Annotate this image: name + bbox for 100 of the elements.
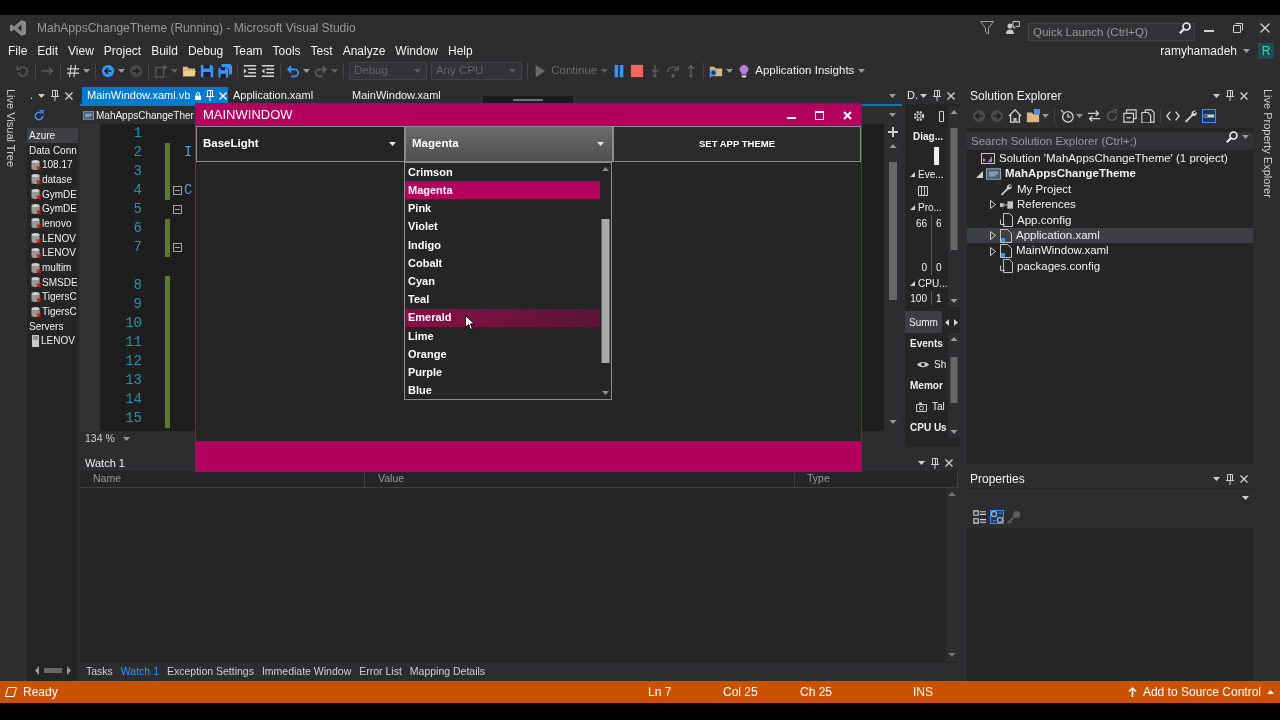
collapse-box-icon[interactable] (172, 243, 182, 252)
zoom-dropdown[interactable]: 134 % (85, 431, 130, 447)
dropdown-option[interactable]: Magenta (405, 181, 600, 200)
show-all-files-icon[interactable] (1141, 109, 1155, 123)
hash-icon[interactable] (66, 64, 80, 78)
horizontal-scrollbar[interactable] (35, 666, 71, 675)
dropdown-option[interactable]: Cyan (405, 272, 600, 291)
dropdown-caret-icon[interactable] (118, 69, 125, 73)
outdent-icon[interactable] (261, 64, 275, 78)
tree-item[interactable]: Solution 'MahAppsChangeTheme' (1 project) (967, 151, 1253, 167)
clock-icon[interactable] (1060, 109, 1074, 123)
vertical-scrollbar[interactable] (948, 106, 960, 307)
expanded-arrow-icon[interactable] (910, 280, 915, 286)
tree-item[interactable]: 108.17 (27, 157, 78, 173)
refresh-icon[interactable] (33, 110, 45, 122)
dropdown-caret-icon[interactable] (303, 69, 310, 73)
caret-icon[interactable] (597, 142, 604, 146)
tree-item[interactable]: LENOV (27, 245, 78, 261)
dropdown-option[interactable]: Violet (405, 217, 600, 236)
pin-icon[interactable] (1226, 90, 1234, 101)
tree-item[interactable]: SMSDE (27, 274, 78, 290)
search-icon[interactable] (1179, 22, 1191, 34)
dropdown-caret-icon[interactable] (1042, 114, 1049, 118)
panel-tab[interactable]: Exception Settings (166, 664, 254, 680)
indent-icon[interactable] (243, 64, 257, 78)
panel-tab[interactable]: Mapping Details (409, 664, 486, 680)
dropdown-caret-icon[interactable] (726, 69, 734, 73)
dropdown-option[interactable]: Emerald (405, 308, 600, 327)
caret-icon[interactable] (1213, 477, 1220, 481)
restore-icon[interactable] (1233, 23, 1243, 33)
panel-tab[interactable]: Tasks (86, 664, 113, 680)
back-arrow-icon[interactable] (101, 64, 115, 78)
tree-item[interactable]: LENOV (27, 333, 78, 349)
close-icon[interactable] (65, 91, 73, 100)
tree-item[interactable]: Data Conn (27, 142, 78, 158)
account-name[interactable]: ramyhamadeh (1160, 41, 1237, 60)
caret-icon[interactable] (920, 93, 927, 98)
panel-tab[interactable]: Immediate Window (261, 664, 352, 680)
home-icon[interactable] (1008, 109, 1022, 123)
search-icon[interactable] (1226, 131, 1238, 143)
menu-item[interactable]: File (3, 41, 33, 60)
caret-icon[interactable] (1213, 93, 1220, 98)
panel-icon[interactable] (939, 110, 944, 122)
scope-dropdown[interactable]: MahAppsChangeTher (83, 107, 194, 123)
set-theme-button[interactable]: SET APP THEME (613, 126, 861, 162)
tree-item[interactable]: Application.xaml (967, 227, 1253, 244)
folder-search-icon[interactable] (709, 64, 724, 78)
editor-tab[interactable]: MainWindow.xaml.vb (82, 87, 228, 104)
alphabetical-icon[interactable] (990, 510, 1004, 524)
tree-item[interactable]: lenovo (27, 216, 78, 231)
menu-item[interactable]: Analyze (337, 41, 391, 60)
collapse-all-icon[interactable] (1123, 109, 1137, 123)
lock-icon[interactable] (195, 91, 202, 100)
stop-icon[interactable] (630, 64, 645, 78)
dropdown-caret-icon[interactable] (83, 69, 90, 73)
tree-item[interactable]: MainWindow.xaml (967, 243, 1253, 259)
dropdown-option[interactable]: Blue (405, 381, 600, 400)
collapse-box-icon[interactable] (172, 205, 182, 214)
tree-item[interactable]: References (967, 197, 1253, 213)
categorized-icon[interactable] (973, 510, 987, 524)
dropdown-option[interactable]: Pink (405, 199, 600, 218)
column-header[interactable]: Name (93, 471, 121, 487)
caret-icon[interactable] (918, 461, 925, 465)
editor-tab[interactable]: Application.xaml (228, 87, 348, 104)
collapsed-arrow-icon[interactable] (990, 231, 996, 241)
column-header[interactable]: Type (807, 471, 830, 487)
pin-icon[interactable] (51, 90, 59, 101)
undo-icon[interactable] (286, 64, 300, 78)
dropdown-option[interactable]: Crimson (405, 163, 600, 182)
tree-item[interactable]: datase (27, 172, 78, 187)
vertical-scrollbar[interactable] (948, 333, 960, 438)
preview-icon[interactable] (1202, 109, 1216, 123)
caret-icon[interactable] (389, 142, 396, 146)
sync-icon[interactable] (1087, 109, 1101, 123)
panel-tab[interactable]: Watch 1 (120, 664, 159, 680)
filter-icon[interactable] (980, 21, 994, 35)
tree-item[interactable]: TigersC (27, 289, 78, 305)
dropdown-option[interactable]: Orange (405, 344, 600, 364)
pin-icon[interactable] (931, 457, 939, 469)
menu-item[interactable]: Edit (32, 41, 64, 60)
menu-item[interactable]: Test (305, 41, 338, 60)
tree-item[interactable]: packages.config (967, 258, 1253, 275)
tree-item[interactable]: App.config (967, 212, 1253, 228)
tree-item[interactable]: multim (27, 260, 78, 275)
menu-item[interactable]: Window (390, 41, 443, 60)
source-control-button[interactable]: Add to Source Control (1127, 683, 1274, 701)
close-icon[interactable] (945, 459, 953, 467)
tree-item[interactable]: Azure (27, 128, 78, 143)
expanded-arrow-icon[interactable] (910, 204, 915, 210)
menu-item[interactable]: Project (98, 41, 147, 60)
dropdown-option[interactable]: Purple (405, 363, 600, 382)
pin-icon[interactable] (933, 90, 941, 101)
dropdown-caret-icon[interactable] (858, 69, 866, 73)
caret-icon[interactable] (1242, 495, 1249, 500)
collapsed-arrow-icon[interactable] (990, 246, 996, 256)
collapsed-arrow-icon[interactable] (990, 200, 996, 210)
search-field[interactable]: Search Solution Explorer (Ctrl+;) (967, 132, 1253, 150)
menu-item[interactable]: Team (228, 41, 268, 60)
quick-launch-field[interactable]: Quick Launch (Ctrl+Q) (1028, 23, 1195, 41)
expanded-arrow-icon[interactable] (975, 170, 983, 178)
